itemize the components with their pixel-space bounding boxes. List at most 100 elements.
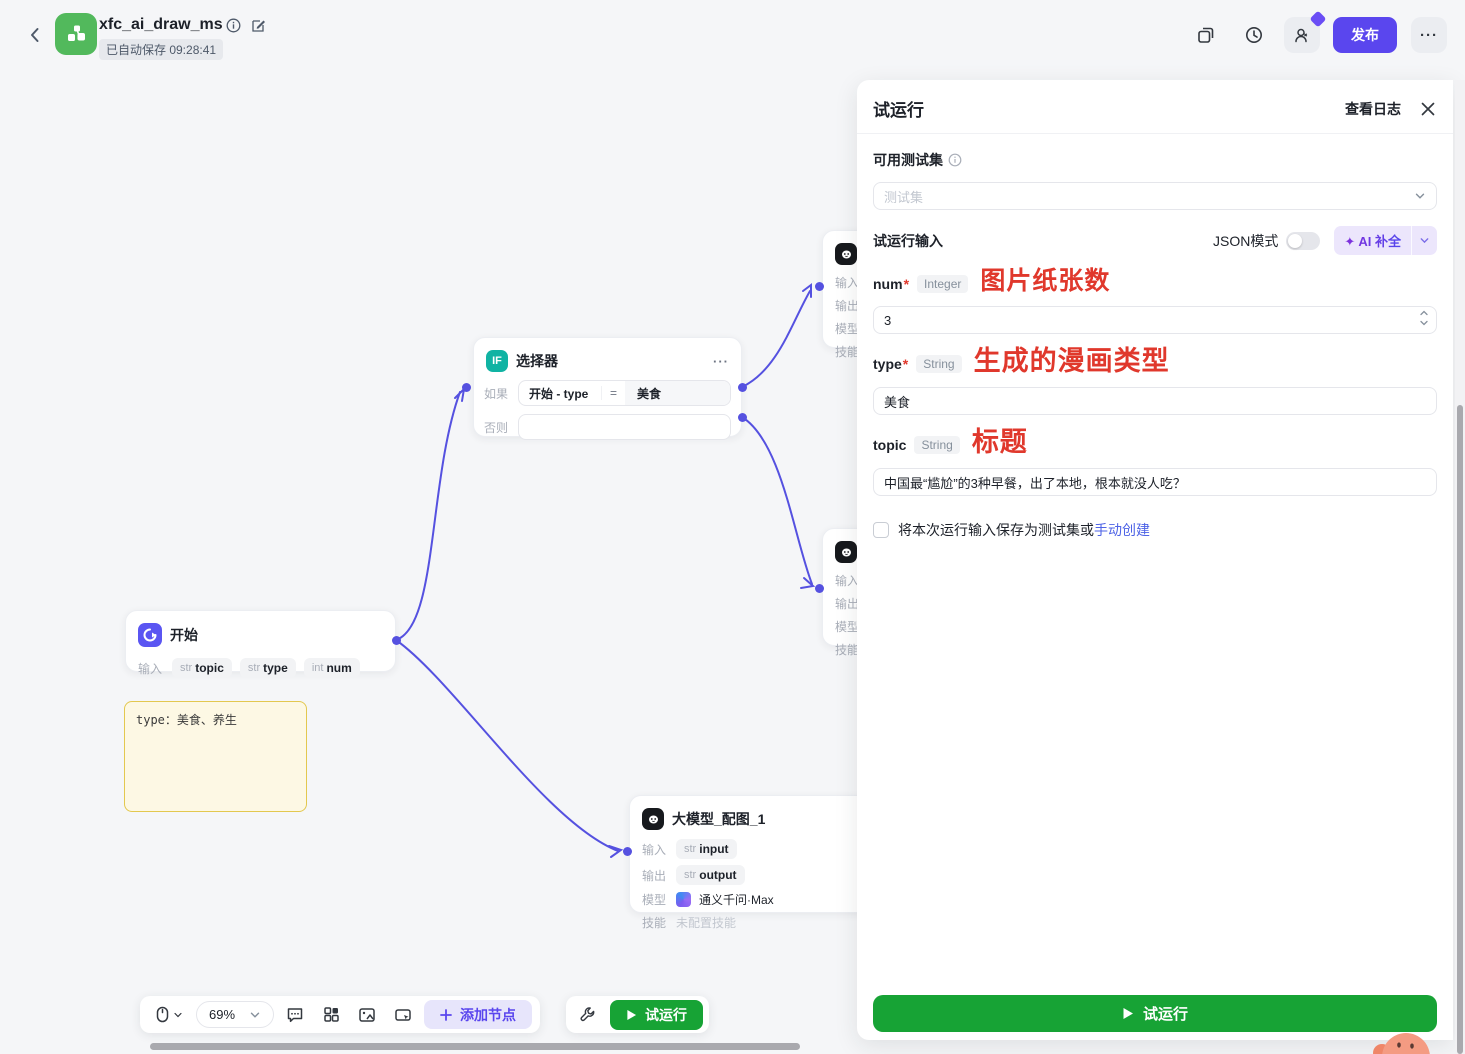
llm-input-label: 输入 — [642, 842, 667, 857]
toolbar-run-button[interactable]: 试运行 — [610, 999, 703, 1030]
image-icon[interactable] — [352, 1000, 382, 1030]
node-menu-icon[interactable]: ··· — [713, 354, 729, 369]
close-icon[interactable] — [1419, 100, 1437, 118]
llm-node-title: 大模型_配图_1 — [672, 811, 766, 827]
param-pill-topic: str topic — [172, 658, 232, 678]
llm-node-icon — [642, 808, 664, 830]
testset-select[interactable]: 测试集 — [873, 182, 1437, 210]
zoom-level-value: 69% — [209, 1007, 236, 1022]
if-node-icon: IF — [486, 350, 508, 372]
testset-label: 可用测试集 — [873, 152, 943, 168]
panel-title: 试运行 — [873, 101, 924, 120]
save-as-testset-checkbox[interactable] — [873, 522, 889, 538]
selector-if-output-port[interactable] — [738, 383, 747, 392]
start-input-label: 输入 — [138, 661, 163, 676]
field-name-num: num* — [873, 275, 910, 292]
llm-output-label: 输出 — [642, 868, 667, 883]
condition-operator[interactable]: = — [600, 386, 625, 400]
annotation-num: 图片纸张数 — [980, 267, 1111, 295]
frame-select-icon[interactable] — [388, 1000, 418, 1030]
chevron-down-icon — [250, 1012, 260, 1018]
llm-node-icon — [835, 541, 857, 563]
run-toolbar: 试运行 — [566, 996, 709, 1033]
workflow-title: xfc_ai_draw_ms — [99, 16, 223, 33]
sticky-note-text: type：美食、养生 — [136, 713, 237, 727]
field-name-type: type* — [873, 355, 909, 372]
play-icon — [627, 1009, 637, 1020]
zoom-level-select[interactable]: 69% — [196, 1001, 275, 1028]
condition-right[interactable]: 美食 — [625, 381, 730, 405]
start-node-output-port[interactable] — [392, 636, 401, 645]
qwen-model-icon — [676, 892, 691, 907]
run-input-label: 试运行输入 — [873, 232, 943, 249]
selector-node[interactable]: IF 选择器 ··· 如果 开始 - type = 美食 否则 — [473, 337, 742, 440]
start-node[interactable]: 开始 输入 str topic str type int num — [125, 610, 396, 678]
llm-partial-bottom-input-port[interactable] — [815, 584, 824, 593]
autosave-badge: 已自动保存 09:28:41 — [99, 39, 224, 60]
info-icon — [948, 153, 962, 167]
else-branch-input[interactable] — [518, 414, 731, 440]
info-icon[interactable] — [226, 18, 241, 38]
start-node-title: 开始 — [170, 627, 198, 643]
annotation-topic: 标题 — [971, 427, 1028, 457]
selector-input-port[interactable] — [462, 383, 471, 392]
manual-create-link[interactable]: 手动创建 — [1094, 522, 1150, 538]
llm-partial-top-input-port[interactable] — [815, 282, 824, 291]
edit-title-icon[interactable] — [251, 18, 266, 38]
save-as-testset-label: 将本次运行输入保存为测试集或手动创建 — [898, 522, 1150, 538]
chevron-down-icon — [1415, 193, 1425, 199]
more-options-button[interactable]: ··· — [1411, 17, 1447, 53]
chevron-down-icon[interactable] — [1411, 226, 1437, 255]
condition-group[interactable]: 开始 - type = 美食 — [518, 380, 731, 406]
duplicate-icon[interactable] — [1196, 25, 1216, 50]
back-icon[interactable] — [24, 24, 46, 46]
top-header: xfc_ai_draw_ms 已自动保存 09:28:41 发布 ··· — [0, 0, 1465, 70]
publish-button[interactable]: 发布 — [1333, 17, 1397, 53]
topic-input[interactable] — [873, 468, 1437, 496]
vertical-scrollbar[interactable] — [1457, 405, 1463, 1054]
wrench-icon[interactable] — [572, 1000, 602, 1030]
else-label: 否则 — [484, 420, 509, 435]
llm-input-pill: str input — [676, 839, 737, 859]
llm-skill-value: 未配置技能 — [676, 916, 737, 930]
llm-node-icon — [835, 243, 857, 265]
testset-placeholder: 测试集 — [884, 189, 924, 205]
play-icon — [1123, 1008, 1133, 1019]
param-pill-num: int num — [303, 658, 360, 678]
collaborators-badge — [1309, 10, 1327, 28]
annotation-type: 生成的漫画类型 — [973, 346, 1170, 376]
selector-node-title: 选择器 — [516, 353, 558, 369]
llm-skill-label: 技能 — [642, 916, 667, 930]
type-input[interactable] — [873, 387, 1437, 415]
selector-else-output-port[interactable] — [738, 413, 747, 422]
condition-left[interactable]: 开始 - type — [519, 385, 601, 402]
field-type-badge: String — [916, 354, 962, 373]
llm-node[interactable]: 大模型_配图_1 输入 str input 输出 str output 模型 通义千… — [629, 795, 869, 930]
llm-model-label: 模型 — [642, 893, 667, 907]
canvas-toolbar: 69% 添加节点 — [140, 996, 541, 1033]
num-input[interactable] — [873, 306, 1437, 334]
ai-complete-label[interactable]: ✦ AI 补全 — [1334, 226, 1411, 255]
horizontal-scrollbar[interactable] — [150, 1043, 800, 1050]
panel-run-button[interactable]: 试运行 — [873, 995, 1437, 1032]
comment-icon[interactable] — [280, 1000, 310, 1030]
json-mode-toggle[interactable] — [1286, 231, 1321, 250]
sticky-note[interactable]: type：美食、养生 — [124, 701, 307, 812]
add-node-button[interactable]: 添加节点 — [424, 1000, 533, 1029]
mascot-assistant[interactable] — [1372, 1031, 1430, 1054]
ai-complete-button[interactable]: ✦ AI 补全 — [1334, 226, 1437, 255]
llm-output-pill: str output — [676, 865, 745, 885]
if-label: 如果 — [484, 386, 509, 401]
json-mode-label: JSON模式 — [1213, 232, 1279, 249]
field-type-badge: String — [914, 435, 960, 454]
start-node-icon — [138, 623, 162, 647]
field-name-topic: topic — [873, 436, 907, 453]
layout-grid-icon[interactable] — [316, 1000, 346, 1030]
test-run-panel: 试运行 查看日志 可用测试集 测试集 试运行输入 JSON模式 ✦ AI 补全 — [857, 80, 1453, 1040]
llm-node-input-port[interactable] — [623, 847, 632, 856]
view-logs-link[interactable]: 查看日志 — [1345, 99, 1401, 119]
history-icon[interactable] — [1244, 25, 1264, 50]
pointer-mode-button[interactable] — [148, 1000, 190, 1030]
number-stepper[interactable] — [1419, 308, 1429, 328]
collaborators-button[interactable] — [1284, 10, 1327, 53]
